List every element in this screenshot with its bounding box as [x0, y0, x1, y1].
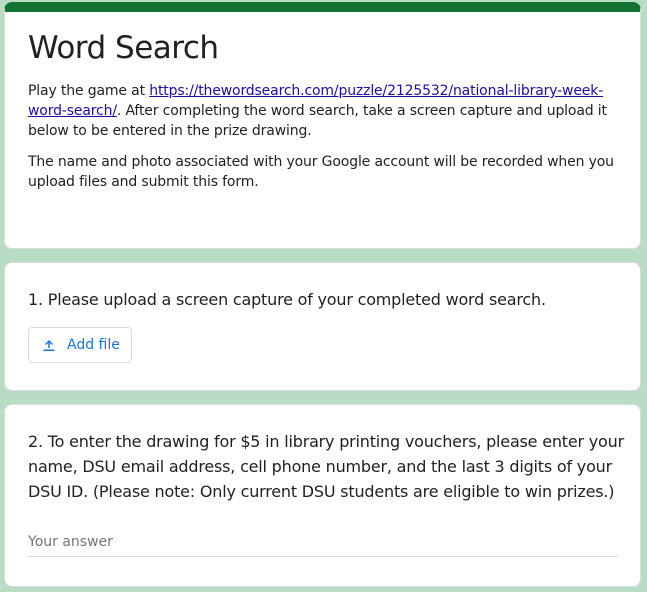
answer-text-field[interactable]: Your answer: [28, 532, 618, 557]
add-file-label: Add file: [67, 337, 120, 353]
form-description-instructions: Play the game at https://thewordsearch.c…: [28, 81, 618, 141]
description-prefix: Play the game at: [28, 83, 150, 99]
question-card-drawing-entry: 2. To enter the drawing for $5 in librar…: [4, 404, 641, 587]
question-card-upload: 1. Please upload a screen capture of you…: [4, 262, 641, 391]
form-title: Word Search: [28, 30, 219, 66]
form-header-card: Word Search Play the game at https://the…: [4, 2, 641, 249]
question-1-label: 1. Please upload a screen capture of you…: [28, 290, 546, 309]
add-file-button[interactable]: Add file: [28, 327, 132, 363]
upload-icon: [43, 340, 55, 351]
question-2-label: 2. To enter the drawing for $5 in librar…: [28, 432, 624, 501]
form-description-account-notice: The name and photo associated with your …: [28, 154, 614, 190]
